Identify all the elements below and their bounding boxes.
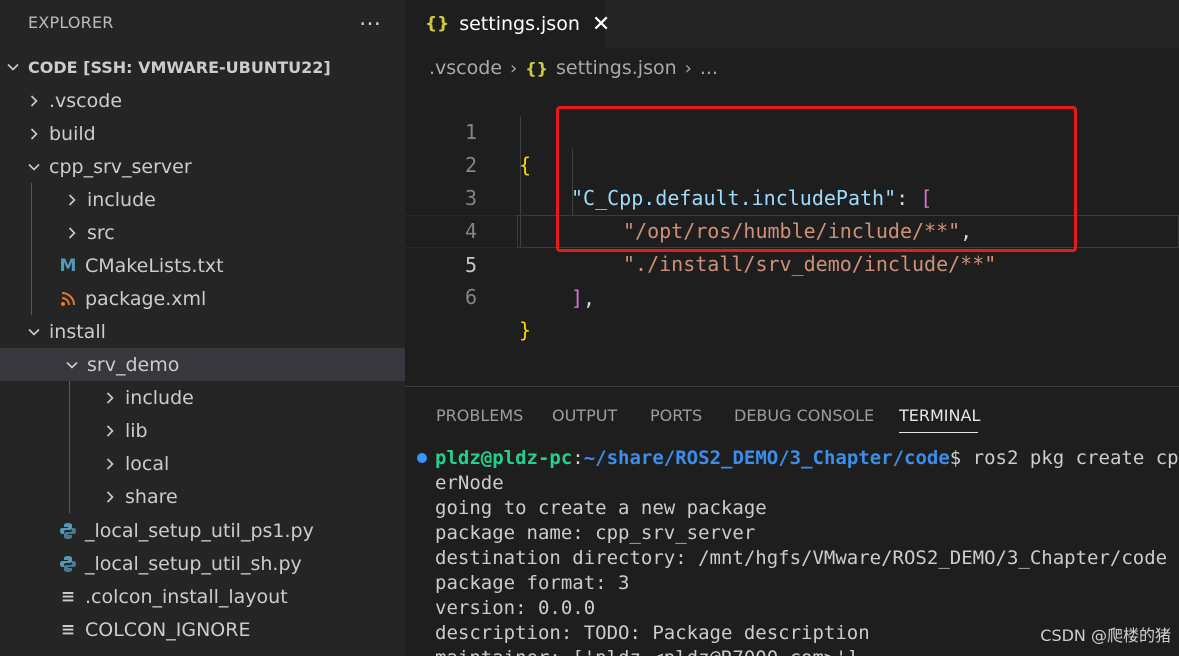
tree-item-share[interactable]: share [0, 480, 405, 513]
chevron-down-icon [65, 358, 79, 372]
workspace-root[interactable]: CODE [SSH: VMWARE-UBUNTU22] [0, 51, 405, 83]
tree-item-colcon-ignore[interactable]: ≡ COLCON_IGNORE [0, 613, 405, 646]
tab-problems[interactable]: PROBLEMS [436, 406, 523, 425]
chevron-right-icon [103, 490, 117, 504]
terminal-line: destination directory: /mnt/hgfs/VMware/… [435, 547, 1168, 569]
tree-item-include[interactable]: include [0, 183, 405, 216]
python-file-icon [59, 522, 77, 540]
json-comma: , [583, 286, 596, 310]
rss-xml-file-icon [59, 290, 77, 308]
chevron-right-icon [103, 391, 117, 405]
tree-item-label: .vscode [49, 89, 123, 112]
tab-debug-console[interactable]: DEBUG CONSOLE [734, 406, 874, 425]
prompt-path: ~/share/ROS2_DEMO/3_Chapter/code [583, 447, 950, 469]
chevron-right-icon: › [684, 57, 692, 79]
tree-item-vscode[interactable]: .vscode [0, 84, 405, 117]
terminal-line: package format: 3 [435, 572, 630, 594]
panel-tab-bar: PROBLEMS OUTPUT PORTS DEBUG CONSOLE TERM… [405, 398, 1179, 434]
terminal-line: package name: cpp_srv_server [435, 522, 756, 544]
chevron-right-icon [65, 193, 79, 207]
tree-item-label: srv_demo [87, 353, 180, 376]
chevron-right-icon [27, 94, 41, 108]
tree-item-label: _local_setup_util_sh.py [85, 552, 302, 575]
tree-item-include[interactable]: include [0, 381, 405, 414]
active-tab-indicator [899, 432, 978, 433]
tree-item-label: .colcon_install_layout [85, 585, 288, 608]
chevron-right-icon [103, 457, 117, 471]
text-file-icon: ≡ [60, 586, 76, 607]
breadcrumb-file[interactable]: settings.json [556, 57, 677, 79]
json-file-icon: {} [425, 14, 450, 34]
tree-item-label: build [49, 122, 96, 145]
tree-item-label: share [125, 485, 178, 508]
tab-terminal[interactable]: TERMINAL [899, 406, 980, 425]
terminal-prompt-line: pldz@pldz-pc:~/share/ROS2_DEMO/3_Chapter… [435, 446, 1179, 471]
text-file-icon: ≡ [60, 619, 76, 640]
tree-item-local[interactable]: local [0, 447, 405, 480]
line-number: 6 [464, 285, 477, 309]
tree-item-label: CMakeLists.txt [85, 254, 224, 277]
tree-item-colcon-install-layout[interactable]: ≡ .colcon_install_layout [0, 580, 405, 613]
tab-output[interactable]: OUTPUT [552, 406, 617, 425]
tree-item-label: _local_setup_util_ps1.py [85, 519, 314, 542]
tree-item-cpp-srv-server[interactable]: cpp_srv_server [0, 150, 405, 183]
tab-label: settings.json [459, 13, 580, 35]
tree-item-label: include [125, 386, 194, 409]
chevron-right-icon [65, 226, 79, 240]
chevron-right-icon: › [510, 57, 518, 79]
tree-item-label: cpp_srv_server [49, 155, 192, 178]
cmake-file-icon: M [59, 255, 77, 276]
explorer-title: EXPLORER [28, 13, 114, 32]
breadcrumb-more[interactable]: ... [700, 57, 718, 79]
tree-item-label: lib [125, 419, 148, 442]
tree-item-label: include [87, 188, 156, 211]
terminal-line: erNode [435, 472, 504, 494]
command-status-dot-icon[interactable] [417, 453, 427, 463]
annotation-highlight-box [556, 106, 1077, 252]
tree-item-src[interactable]: src [0, 216, 405, 249]
chevron-down-icon [6, 60, 20, 74]
tree-item-label: COLCON_IGNORE [85, 618, 251, 641]
more-actions-icon[interactable]: … [359, 6, 382, 31]
python-file-icon [59, 555, 77, 573]
tree-item-lib[interactable]: lib [0, 414, 405, 447]
tree-item-local-setup-util-ps1[interactable]: _local_setup_util_ps1.py [0, 514, 405, 547]
tree-item-label: install [49, 320, 106, 343]
terminal-line: maintainer: ['pldz <pldz@R7000.com>'] [435, 646, 858, 656]
terminal-line: version: 0.0.0 [435, 597, 596, 619]
tree-item-label: local [125, 452, 170, 475]
tree-item-local-setup-util-sh[interactable]: _local_setup_util_sh.py [0, 547, 405, 580]
terminal-command: ros2 pkg create cpp_s [972, 447, 1179, 469]
tree-item-srv-demo[interactable]: srv_demo [0, 348, 405, 381]
tree-item-label: src [87, 221, 115, 244]
json-bracket: ] [571, 286, 584, 310]
code-line: 6 } [405, 248, 1179, 342]
breadcrumb: .vscode › {} settings.json › ... [429, 55, 718, 81]
tree-item-package-xml[interactable]: package.xml [0, 282, 405, 315]
chevron-down-icon [27, 325, 41, 339]
breadcrumb-folder[interactable]: .vscode [429, 57, 502, 79]
tree-item-install[interactable]: install [0, 315, 405, 348]
json-file-icon: {} [525, 58, 548, 78]
explorer-sidebar: EXPLORER … CODE [SSH: VMWARE-UBUNTU22] .… [0, 0, 405, 656]
watermark: CSDN @爬楼的猪 [1040, 626, 1171, 645]
tree-item-build[interactable]: build [0, 117, 405, 150]
tab-ports[interactable]: PORTS [650, 406, 702, 425]
terminal-line: going to create a new package [435, 497, 767, 519]
code-text: } [519, 318, 532, 342]
panel-divider [405, 386, 1179, 387]
chevron-right-icon [103, 424, 117, 438]
prompt-separator: : [572, 447, 584, 469]
tab-settings-json[interactable]: {} settings.json ✕ [405, 0, 610, 48]
prompt-end: $ [949, 447, 973, 469]
close-icon[interactable]: ✕ [592, 12, 610, 37]
workspace-root-label: CODE [SSH: VMWARE-UBUNTU22] [28, 57, 331, 77]
chevron-down-icon [27, 160, 41, 174]
chevron-right-icon [27, 127, 41, 141]
editor-tab-bar: {} settings.json ✕ [405, 0, 1179, 48]
tree-item-label: package.xml [85, 287, 207, 310]
prompt-user: pldz@pldz-pc [435, 447, 573, 469]
tree-item-cmakelists[interactable]: M CMakeLists.txt [0, 249, 405, 282]
terminal-line: description: TODO: Package description [435, 622, 870, 644]
